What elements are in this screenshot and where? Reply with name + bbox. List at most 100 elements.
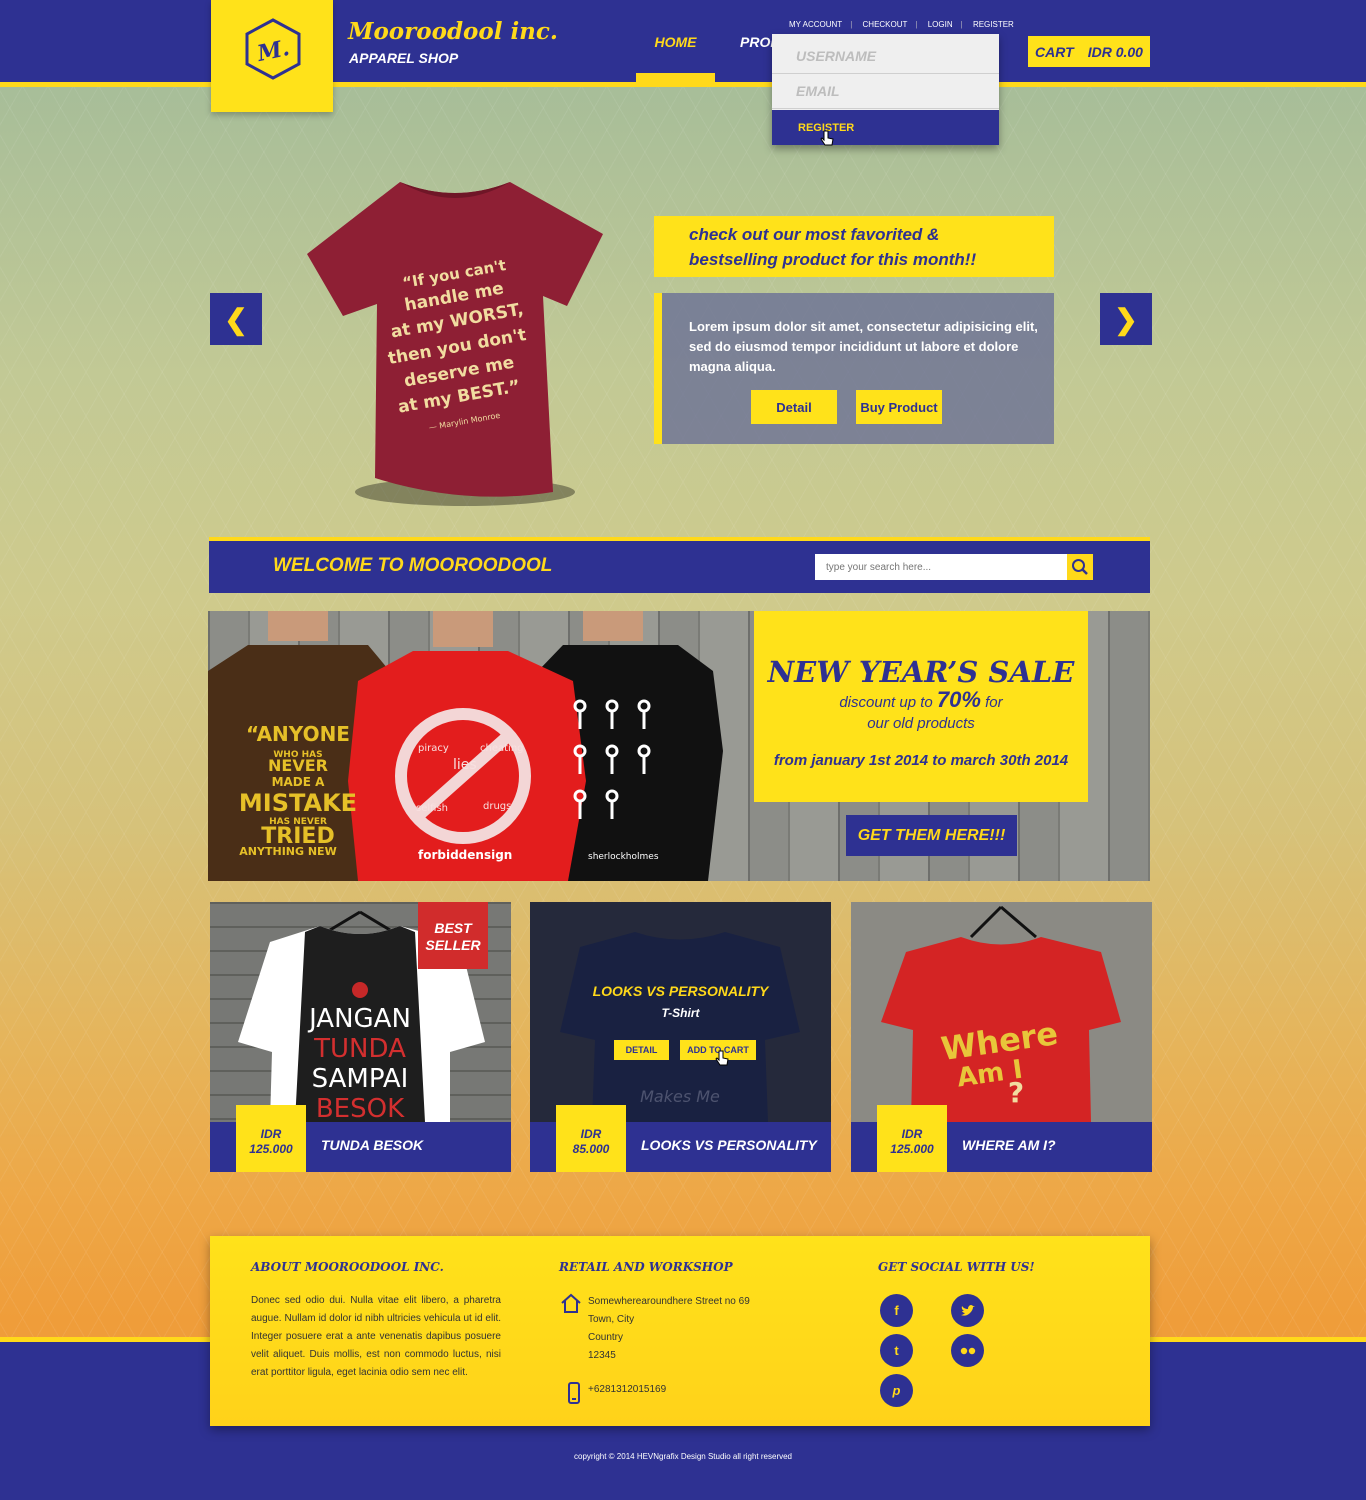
shirt-line: ? [1008, 1076, 1024, 1109]
sale-discount-pre: discount up to [839, 694, 933, 711]
shirt-line: BESOK [316, 1094, 405, 1122]
price-tag: IDR 125.000 [877, 1105, 947, 1172]
hand-cursor-icon [820, 130, 834, 146]
shirt1-text: NEVER [268, 756, 328, 775]
svg-text:Makes Me: Makes Me [640, 1087, 720, 1106]
price-value: 125.000 [890, 1142, 934, 1156]
search-icon [1072, 559, 1088, 575]
price-tag: IDR 85.000 [556, 1105, 626, 1172]
sale-discount-line: discount up to 70% for [754, 689, 1088, 713]
welcome-title: WELCOME TO MOOROODOOL [273, 555, 553, 576]
hand-cursor-icon [715, 1050, 729, 1066]
shirt3-label: sherlockholmes [588, 852, 659, 862]
product-overlay-subtitle: T-Shirt [661, 1006, 700, 1020]
shirt-line: TUNDA [313, 1034, 406, 1064]
brand-subtitle: APPAREL SHOP [349, 50, 459, 66]
username-field[interactable]: USERNAME [772, 38, 999, 74]
search-button[interactable] [1067, 554, 1093, 580]
separator: | [960, 20, 963, 29]
sale-products-line: our old products [867, 715, 975, 732]
shirt2-word: drugs [483, 801, 511, 812]
cart-amount: IDR 0.00 [1087, 43, 1143, 60]
address-line: Country [588, 1332, 624, 1343]
separator: | [915, 20, 918, 29]
hero-tshirt-image[interactable]: “If you can't handle me at my WORST, the… [305, 174, 607, 514]
about-text: Donec sed odio dui. Nulla vitae elit lib… [251, 1295, 501, 1378]
tumblr-icon[interactable]: t [880, 1334, 913, 1367]
price-currency: IDR [260, 1127, 282, 1141]
hero-panel: Lorem ipsum dolor sit amet, consectetur … [654, 293, 1054, 444]
social-title: GET SOCIAL WITH US! [878, 1260, 1035, 1274]
email-field[interactable]: EMAIL [772, 73, 999, 109]
hero-description: Lorem ipsum dolor sit amet, consectetur … [689, 319, 1038, 374]
address-line: Somewherearoundhere Street no 69 [588, 1296, 750, 1307]
separator: | [850, 20, 853, 29]
slider-next-button[interactable]: ❯ [1100, 293, 1152, 345]
hero-headline-line: bestselling product for this month!! [689, 250, 977, 269]
best-seller-badge: BEST SELLER [418, 902, 488, 969]
header-stripe [0, 82, 1366, 87]
badge-line: BEST [434, 920, 472, 936]
product-card-where-am-i[interactable]: Where Am I ? IDR 125.000 WHERE AM I? [851, 902, 1152, 1172]
link-login[interactable]: LOGIN [928, 20, 953, 29]
nav-home-indicator [636, 73, 715, 82]
sale-discount-post: for [985, 694, 1003, 711]
flickr-dots-icon [960, 1347, 975, 1354]
detail-button[interactable]: Detail [751, 390, 837, 424]
shirt2-word: selfish [416, 803, 448, 814]
cart-label: CART [1035, 43, 1074, 60]
shirt-line: SAMPAI [312, 1064, 409, 1094]
shirt1-text: MADE A [272, 775, 326, 789]
price-tag: IDR 125.000 [236, 1105, 306, 1172]
phone-icon [568, 1382, 580, 1404]
register-button[interactable]: REGISTER [772, 110, 999, 145]
address: Somewherearoundhere Street no 69 Town, C… [588, 1293, 750, 1365]
register-dropdown: USERNAME EMAIL REGISTER [772, 34, 999, 146]
get-them-here-button[interactable]: GET THEM HERE!!! [846, 815, 1017, 856]
cart-button[interactable]: CART IDR 0.00 [1028, 36, 1150, 67]
search-input[interactable] [815, 554, 1067, 580]
product-name[interactable]: LOOKS VS PERSONALITY [641, 1137, 817, 1153]
logo[interactable]: M. [211, 0, 333, 112]
flickr-icon[interactable] [951, 1334, 984, 1367]
buy-product-button[interactable]: Buy Product [856, 390, 942, 424]
about-title: ABOUT MOOROODOOL INC. [251, 1260, 444, 1274]
logo-hexagon-icon: M. [245, 18, 301, 80]
product-image: Where Am I ? [851, 902, 1152, 1122]
shirt2-word: cheating [480, 743, 524, 754]
twitter-icon[interactable] [951, 1294, 984, 1327]
nav-home[interactable]: HOME [636, 34, 715, 50]
product-card-looks-vs-personality[interactable]: Makes Me LOOKS VS PERSONALITY T-Shirt DE… [530, 902, 831, 1172]
price-value: 85.000 [572, 1142, 610, 1156]
link-checkout[interactable]: CHECKOUT [863, 20, 908, 29]
pinterest-icon[interactable]: p [880, 1374, 913, 1407]
product-card-tunda-besok[interactable]: JANGAN TUNDA SAMPAI BESOK BEST SELLER ID… [210, 902, 511, 1172]
price-value: 125.000 [249, 1142, 293, 1156]
sale-title: NEW YEAR’S SALE [767, 655, 1075, 689]
copyright: copyright © 2014 HEVNgrafix Design Studi… [574, 1452, 792, 1461]
facebook-icon[interactable]: f [880, 1294, 913, 1327]
link-register[interactable]: REGISTER [973, 20, 1014, 29]
home-icon [561, 1293, 581, 1313]
product-overlay-title: LOOKS VS PERSONALITY [592, 983, 769, 999]
shirt1-text: “ANYONE [246, 722, 350, 746]
shirt2-label: forbiddensign [418, 848, 512, 862]
badge-line: SELLER [425, 937, 481, 953]
link-my-account[interactable]: MY ACCOUNT [789, 20, 842, 29]
twitter-bird-icon [960, 1304, 975, 1316]
hero-headline: check out our most favorited & bestselli… [654, 216, 1054, 277]
product-name[interactable]: TUNDA BESOK [321, 1137, 423, 1153]
slider-prev-button[interactable]: ❮ [210, 293, 262, 345]
hero-headline-line: check out our most favorited & [689, 225, 940, 244]
product-name[interactable]: WHERE AM I? [962, 1137, 1056, 1153]
sale-percent: 70% [936, 687, 981, 712]
shirt-line: JANGAN [307, 1004, 411, 1034]
address-line: 12345 [588, 1350, 616, 1361]
shirt2-word: lies [453, 757, 477, 773]
welcome-bar: WELCOME TO MOOROODOOL [209, 537, 1150, 593]
sale-promo-box: NEW YEAR’S SALE discount up to 70% for o… [754, 611, 1088, 802]
shirt1-text: MISTAKE [239, 789, 357, 817]
brand-name[interactable]: Mooroodool inc. [348, 18, 558, 45]
price-currency: IDR [901, 1127, 923, 1141]
product-detail-button[interactable]: DETAIL [614, 1040, 669, 1060]
